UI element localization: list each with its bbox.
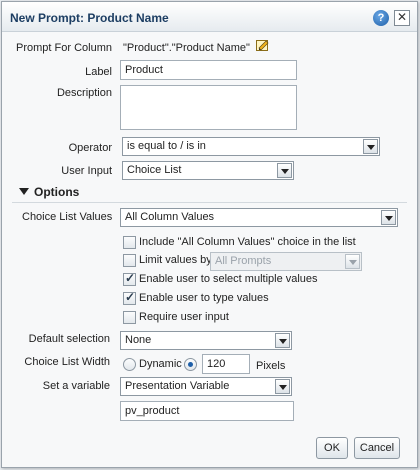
limit-values-checkbox[interactable] (123, 254, 136, 267)
choice-list-width-label: Choice List Width (24, 356, 110, 368)
choice-list-values-label: Choice List Values (22, 211, 113, 223)
dynamic-radio[interactable] (123, 358, 136, 371)
options-heading: Options (34, 185, 80, 199)
description-textarea[interactable] (120, 85, 297, 130)
chevron-down-icon[interactable] (363, 139, 378, 154)
prompt-for-column-value: "Product"."Product Name" (123, 42, 250, 54)
limit-values-label: Limit values by (139, 254, 212, 266)
chevron-down-icon[interactable] (277, 163, 292, 178)
limit-values-selected: All Prompts (215, 255, 272, 267)
chevron-down-icon[interactable] (381, 210, 396, 225)
prompt-for-column-label: Prompt For Column (16, 42, 112, 54)
description-label: Description (56, 87, 112, 99)
pixels-unit-label: Pixels (256, 360, 286, 372)
require-input-label: Require user input (139, 311, 229, 323)
close-icon[interactable]: ✕ (394, 10, 410, 26)
label-input[interactable]: Product (120, 60, 297, 80)
label-field-label: Label (85, 66, 112, 78)
user-input-select[interactable]: Choice List (122, 161, 294, 180)
limit-values-select[interactable]: All Prompts (210, 252, 362, 271)
set-variable-selected: Presentation Variable (125, 380, 230, 392)
dialog-titlebar: New Prompt: Product Name ? ✕ (2, 2, 417, 32)
require-input-checkbox[interactable] (123, 311, 136, 324)
multi-select-label: Enable user to select multiple values (139, 273, 318, 285)
dynamic-label: Dynamic (139, 358, 182, 370)
operator-label: Operator (68, 142, 112, 154)
user-input-label: User Input (61, 165, 112, 177)
chevron-down-icon[interactable] (345, 254, 360, 269)
include-all-values-checkbox[interactable] (123, 236, 136, 249)
set-variable-select[interactable]: Presentation Variable (120, 377, 292, 396)
operator-select[interactable]: is equal to / is in (122, 137, 380, 156)
collapse-triangle-icon[interactable] (19, 188, 29, 195)
width-input[interactable]: 120 (202, 354, 250, 374)
operator-selected: is equal to / is in (127, 140, 206, 152)
default-selection-select[interactable]: None (120, 331, 292, 350)
help-icon[interactable]: ? (373, 10, 389, 26)
set-variable-label: Set a variable (42, 380, 110, 392)
pixels-radio[interactable] (184, 358, 197, 371)
chevron-down-icon[interactable] (275, 333, 290, 348)
include-all-values-label: Include "All Column Values" choice in th… (139, 236, 356, 248)
type-values-label: Enable user to type values (139, 292, 269, 304)
edit-icon[interactable] (256, 39, 269, 51)
options-section-toggle[interactable]: Options (19, 185, 79, 199)
default-selection-selected: None (125, 334, 152, 346)
multi-select-checkbox[interactable] (123, 271, 136, 286)
new-prompt-dialog: New Prompt: Product Name ? ✕ Prompt For … (1, 1, 418, 468)
default-selection-label: Default selection (28, 333, 110, 345)
dialog-title: New Prompt: Product Name (10, 11, 169, 25)
user-input-selected: Choice List (127, 164, 182, 176)
options-divider (12, 202, 407, 203)
choice-list-values-selected: All Column Values (125, 211, 215, 223)
cancel-button[interactable]: Cancel (354, 437, 400, 459)
type-values-checkbox[interactable] (123, 290, 136, 305)
chevron-down-icon[interactable] (275, 379, 290, 394)
ok-button[interactable]: OK (316, 437, 348, 459)
choice-list-values-select[interactable]: All Column Values (120, 208, 398, 227)
variable-name-input[interactable]: pv_product (120, 401, 294, 421)
